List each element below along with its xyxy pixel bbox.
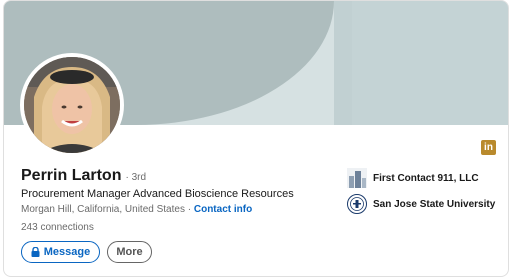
profile-card: in Perrin Larton · 3rd Procurement Manag…: [3, 0, 509, 277]
university-seal-icon: [347, 194, 367, 214]
location-row: Morgan Hill, California, United States ·…: [21, 204, 252, 215]
more-label: More: [116, 246, 143, 258]
company-name: First Contact 911, LLC: [373, 172, 479, 184]
message-label: Message: [43, 246, 91, 258]
message-button[interactable]: Message: [21, 241, 100, 263]
linkedin-icon[interactable]: in: [481, 140, 496, 155]
school-name: San Jose State University: [373, 198, 496, 210]
company-logo-icon: [347, 168, 367, 188]
profile-location: Morgan Hill, California, United States: [21, 204, 185, 215]
profile-avatar[interactable]: [20, 53, 124, 157]
connection-degree: · 3rd: [125, 172, 147, 183]
experience-item-school[interactable]: San Jose State University: [347, 194, 495, 214]
contact-info-link[interactable]: Contact info: [194, 204, 252, 215]
profile-headline: Procurement Manager Advanced Bioscience …: [21, 188, 294, 200]
lock-icon: [31, 247, 40, 257]
connections-count[interactable]: 243 connections: [21, 222, 94, 233]
experience-item-company[interactable]: First Contact 911, LLC: [347, 168, 479, 188]
name-row: Perrin Larton · 3rd: [21, 167, 146, 185]
profile-name: Perrin Larton: [21, 167, 122, 184]
separator: ·: [184, 204, 194, 215]
avatar-photo: [24, 57, 120, 153]
more-button[interactable]: More: [107, 241, 152, 263]
